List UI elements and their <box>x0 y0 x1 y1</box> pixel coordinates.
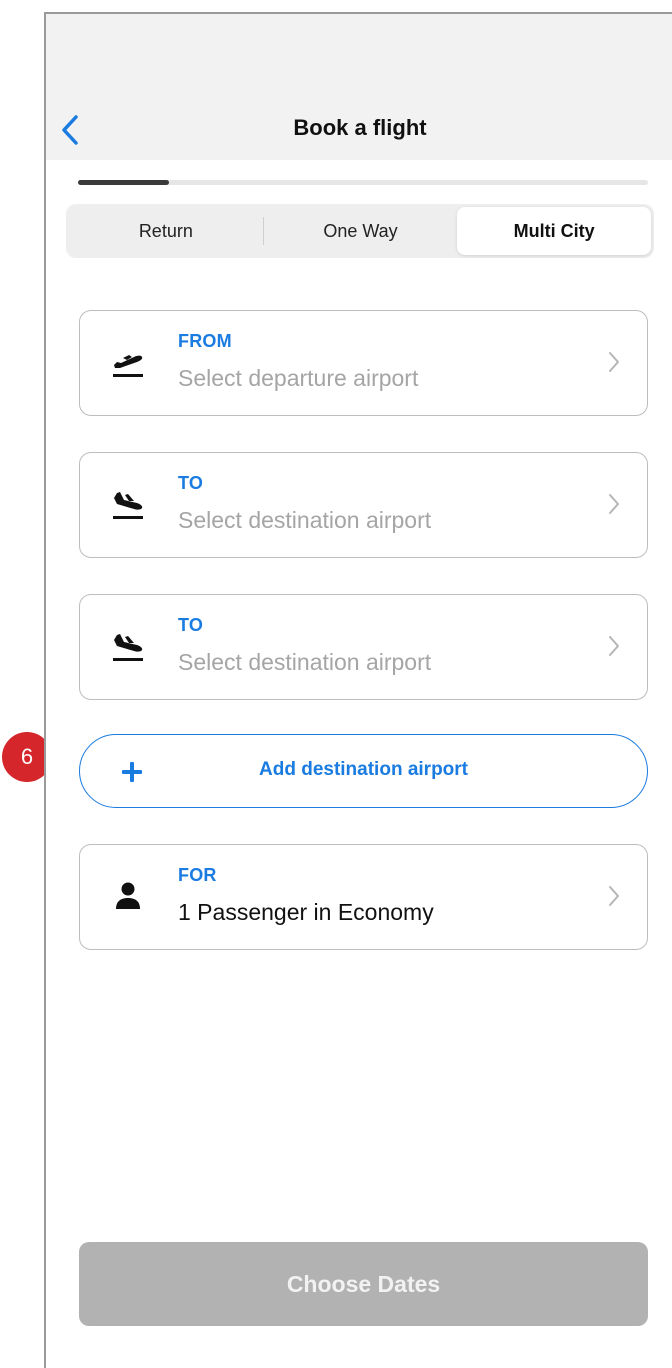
plane-departure-icon <box>113 355 143 377</box>
to-value: Select destination airport <box>178 649 432 675</box>
to-airport-field-1[interactable]: TO Select destination airport <box>79 452 648 558</box>
tab-return[interactable]: Return <box>69 207 263 255</box>
add-destination-label: Add destination airport <box>259 759 468 780</box>
phone-screen: Book a flight Return One Way Multi City … <box>44 12 672 1368</box>
from-airport-field[interactable]: FROM Select departure airport <box>79 310 648 416</box>
choose-dates-button[interactable]: Choose Dates <box>79 1242 648 1326</box>
from-value: Select departure airport <box>178 365 419 391</box>
plane-arrival-icon <box>113 492 143 519</box>
page-title: Book a flight <box>293 115 427 140</box>
nav-bar: Book a flight <box>46 14 672 160</box>
chevron-right-icon <box>609 636 619 656</box>
chevron-right-icon <box>609 494 619 514</box>
chevron-right-icon <box>609 886 619 906</box>
plane-arrival-icon <box>113 634 143 661</box>
add-destination-button[interactable]: Add destination airport <box>79 734 648 808</box>
passenger-label: FOR <box>178 865 217 885</box>
from-label: FROM <box>178 331 232 351</box>
passenger-field[interactable]: FOR 1 Passenger in Economy <box>79 844 648 950</box>
trip-type-selector: Return One Way Multi City <box>66 204 654 258</box>
passenger-value: 1 Passenger in Economy <box>178 899 434 925</box>
to-label: TO <box>178 615 204 635</box>
tab-one-way[interactable]: One Way <box>264 207 458 255</box>
person-icon <box>116 882 140 909</box>
to-label: TO <box>178 473 204 493</box>
to-value: Select destination airport <box>178 507 432 533</box>
progress-bar <box>78 180 648 185</box>
chevron-right-icon <box>609 352 619 372</box>
progress-bar-fill <box>78 180 170 185</box>
tab-multi-city[interactable]: Multi City <box>457 207 652 255</box>
to-airport-field-2[interactable]: TO Select destination airport <box>79 594 648 700</box>
